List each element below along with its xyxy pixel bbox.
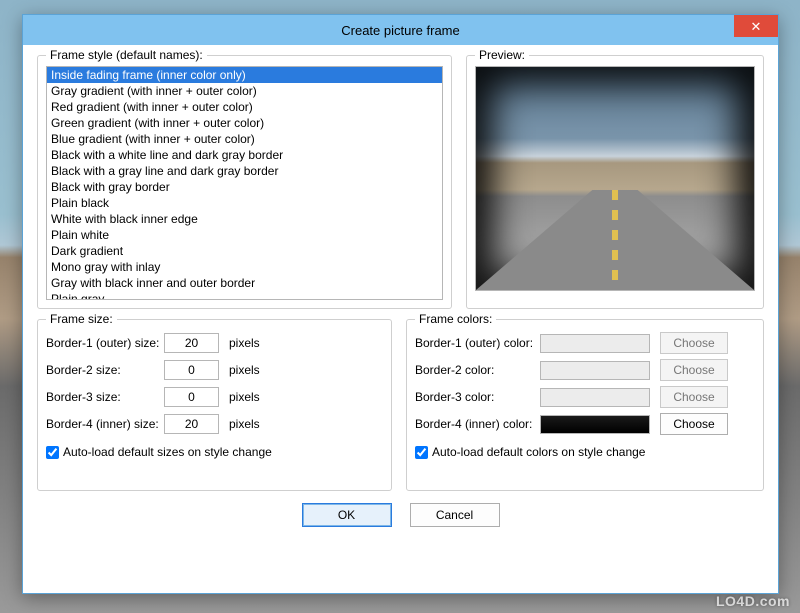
create-picture-frame-dialog: Create picture frame ✕ Frame style (defa… <box>22 14 779 594</box>
watermark-text: LO4D.com <box>716 593 790 609</box>
unit-label: pixels <box>229 390 260 404</box>
border-size-input[interactable] <box>164 360 219 380</box>
preview-group: Preview: <box>466 55 764 309</box>
border-size-label: Border-4 (inner) size: <box>46 417 164 431</box>
frame-style-item[interactable]: Inside fading frame (inner color only) <box>47 67 442 83</box>
frame-style-item[interactable]: Black with gray border <box>47 179 442 195</box>
border-size-input[interactable] <box>164 414 219 434</box>
choose-color-button[interactable]: Choose <box>660 386 728 408</box>
color-swatch <box>540 361 650 380</box>
border-color-label: Border-4 (inner) color: <box>415 417 540 431</box>
frame-color-row: Border-4 (inner) color: Choose <box>415 411 755 437</box>
color-swatch <box>540 415 650 434</box>
preview-image <box>475 66 755 291</box>
border-size-label: Border-3 size: <box>46 390 164 404</box>
border-color-label: Border-2 color: <box>415 363 540 377</box>
frame-color-row: Border-1 (outer) color: Choose <box>415 330 755 356</box>
frame-size-row: Border-3 size: pixels <box>46 384 383 410</box>
border-size-label: Border-1 (outer) size: <box>46 336 164 350</box>
frame-style-legend: Frame style (default names): <box>46 48 207 62</box>
choose-color-button[interactable]: Choose <box>660 332 728 354</box>
color-swatch <box>540 334 650 353</box>
frame-color-row: Border-3 color: Choose <box>415 384 755 410</box>
titlebar: Create picture frame ✕ <box>23 15 778 45</box>
border-color-label: Border-1 (outer) color: <box>415 336 540 350</box>
frame-colors-group: Frame colors: Border-1 (outer) color:Cho… <box>406 319 764 491</box>
border-size-label: Border-2 size: <box>46 363 164 377</box>
frame-size-row: Border-2 size: pixels <box>46 357 383 383</box>
border-size-input[interactable] <box>164 333 219 353</box>
frame-style-item[interactable]: Mono gray with inlay <box>47 259 442 275</box>
frame-style-item[interactable]: Plain black <box>47 195 442 211</box>
unit-label: pixels <box>229 363 260 377</box>
frame-style-listbox[interactable]: Inside fading frame (inner color only)Gr… <box>46 66 443 300</box>
ok-button[interactable]: OK <box>302 503 392 527</box>
frame-style-item[interactable]: Gray gradient (with inner + outer color) <box>47 83 442 99</box>
auto-load-colors-label[interactable]: Auto-load default colors on style change <box>432 445 645 459</box>
auto-load-sizes-checkbox[interactable] <box>46 446 59 459</box>
choose-color-button[interactable]: Choose <box>660 359 728 381</box>
frame-style-item[interactable]: Black with a white line and dark gray bo… <box>47 147 442 163</box>
auto-load-colors-checkbox[interactable] <box>415 446 428 459</box>
frame-style-item[interactable]: Blue gradient (with inner + outer color) <box>47 131 442 147</box>
frame-style-item[interactable]: Red gradient (with inner + outer color) <box>47 99 442 115</box>
auto-load-sizes-label[interactable]: Auto-load default sizes on style change <box>63 445 272 459</box>
frame-size-legend: Frame size: <box>46 312 117 326</box>
frame-style-group: Frame style (default names): Inside fadi… <box>37 55 452 309</box>
cancel-button[interactable]: Cancel <box>410 503 500 527</box>
unit-label: pixels <box>229 417 260 431</box>
frame-size-group: Frame size: Border-1 (outer) size:pixels… <box>37 319 392 491</box>
frame-color-row: Border-2 color: Choose <box>415 357 755 383</box>
frame-style-item[interactable]: Plain gray <box>47 291 442 300</box>
frame-style-item[interactable]: Green gradient (with inner + outer color… <box>47 115 442 131</box>
frame-size-row: Border-4 (inner) size: pixels <box>46 411 383 437</box>
frame-style-item[interactable]: Black with a gray line and dark gray bor… <box>47 163 442 179</box>
close-button[interactable]: ✕ <box>734 15 778 37</box>
border-size-input[interactable] <box>164 387 219 407</box>
unit-label: pixels <box>229 336 260 350</box>
frame-style-item[interactable]: White with black inner edge <box>47 211 442 227</box>
color-swatch <box>540 388 650 407</box>
border-color-label: Border-3 color: <box>415 390 540 404</box>
frame-size-row: Border-1 (outer) size: pixels <box>46 330 383 356</box>
frame-style-item[interactable]: Gray with black inner and outer border <box>47 275 442 291</box>
dialog-body: Frame style (default names): Inside fadi… <box>23 45 778 593</box>
frame-colors-legend: Frame colors: <box>415 312 496 326</box>
close-icon: ✕ <box>751 20 762 33</box>
frame-style-item[interactable]: Plain white <box>47 227 442 243</box>
window-title: Create picture frame <box>341 23 460 38</box>
choose-color-button[interactable]: Choose <box>660 413 728 435</box>
preview-legend: Preview: <box>475 48 529 62</box>
frame-style-item[interactable]: Dark gradient <box>47 243 442 259</box>
